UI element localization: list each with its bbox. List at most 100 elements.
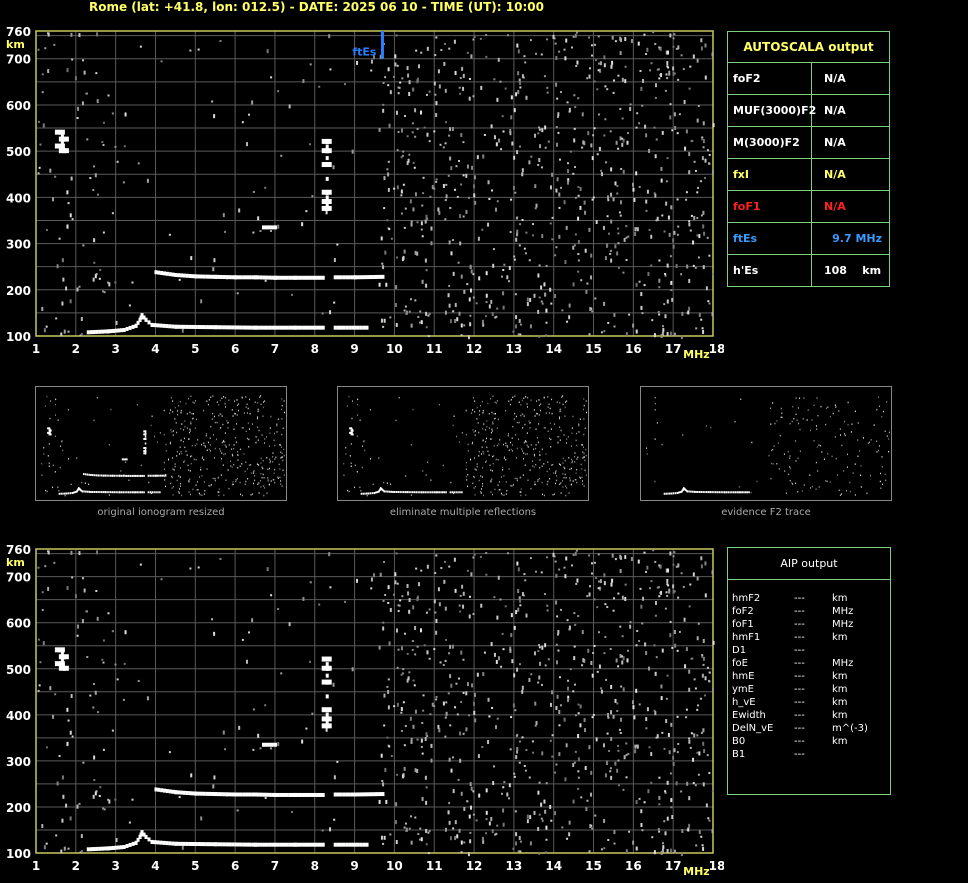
noise-pixel [262, 467, 264, 470]
trace-point [217, 274, 221, 279]
noise-pixel [688, 222, 691, 227]
noise-pixel [604, 773, 607, 778]
noise-pixel [559, 408, 561, 411]
noise-pixel [701, 327, 704, 330]
noise-pixel [380, 318, 383, 323]
noise-pixel [673, 230, 676, 235]
trace-point [321, 665, 332, 671]
trace-point [109, 329, 113, 334]
noise-pixel [163, 468, 165, 471]
noise-pixel [573, 127, 576, 130]
noise-pixel [521, 736, 524, 739]
trace-point [211, 842, 215, 847]
noise-pixel [347, 489, 349, 492]
noise-pixel [711, 170, 714, 175]
noise-pixel [650, 580, 653, 583]
noise-pixel [578, 423, 580, 426]
noise-pixel [428, 657, 431, 660]
noise-pixel [77, 106, 80, 111]
trace-point [99, 474, 101, 477]
noise-pixel [656, 734, 659, 739]
noise-pixel [466, 479, 468, 481]
noise-pixel [41, 608, 44, 611]
noise-pixel [386, 168, 389, 171]
noise-pixel [183, 437, 185, 440]
trace-point [109, 846, 113, 851]
noise-pixel [512, 484, 514, 486]
autoscala-param-value: N/A [824, 104, 846, 117]
noise-pixel [485, 832, 488, 835]
noise-pixel [213, 433, 215, 436]
noise-pixel [459, 594, 462, 597]
noise-pixel [876, 408, 878, 411]
trace-point [248, 842, 252, 847]
noise-pixel [448, 47, 451, 50]
trace-point [268, 842, 272, 847]
noise-pixel [708, 819, 711, 822]
noise-pixel [363, 440, 365, 442]
trace-point [375, 491, 377, 494]
noise-pixel [453, 415, 455, 418]
noise-pixel [619, 107, 622, 110]
noise-pixel [52, 486, 54, 489]
noise-pixel [650, 234, 653, 239]
noise-pixel [608, 750, 611, 753]
noise-pixel [455, 165, 458, 168]
noise-pixel [602, 225, 605, 230]
noise-pixel [567, 436, 569, 438]
noise-pixel [607, 321, 610, 324]
noise-pixel [692, 240, 695, 245]
noise-pixel [190, 462, 192, 465]
noise-pixel [467, 473, 469, 476]
noise-pixel [203, 442, 205, 445]
noise-pixel [224, 403, 226, 405]
noise-pixel [653, 850, 656, 855]
noise-pixel [262, 473, 264, 476]
noise-pixel [424, 219, 427, 224]
noise-pixel [646, 189, 649, 194]
noise-pixel [122, 698, 125, 701]
noise-pixel [396, 773, 399, 776]
noise-pixel [421, 279, 424, 284]
noise-pixel [89, 177, 92, 180]
noise-pixel [190, 455, 192, 458]
trace-point [321, 138, 332, 144]
noise-pixel [543, 799, 546, 804]
noise-pixel [692, 782, 695, 785]
noise-pixel [557, 131, 560, 134]
trace-point [345, 325, 349, 330]
x-tick-label: 6 [231, 859, 239, 873]
noise-pixel [519, 323, 522, 326]
noise-pixel [487, 222, 490, 227]
trace-point [313, 792, 317, 797]
trace-point [136, 491, 139, 494]
noise-pixel [491, 411, 493, 414]
trace-point [336, 325, 340, 330]
noise-pixel [472, 441, 474, 444]
trace-point [302, 842, 306, 847]
noise-pixel [599, 61, 602, 66]
noise-pixel [640, 292, 643, 297]
noise-pixel [671, 646, 674, 649]
noise-pixel [585, 454, 587, 457]
noise-pixel [213, 258, 216, 263]
noise-pixel [528, 420, 530, 422]
noise-pixel [465, 691, 468, 696]
noise-pixel [879, 480, 881, 483]
trace-point [310, 325, 314, 330]
noise-pixel [518, 835, 521, 840]
noise-pixel [613, 325, 616, 328]
noise-pixel [510, 613, 513, 618]
noise-pixel [564, 777, 567, 782]
noise-pixel [257, 483, 259, 485]
noise-pixel [689, 583, 692, 586]
trace-point [435, 491, 437, 494]
trace-point [271, 792, 275, 797]
noise-pixel [510, 633, 513, 638]
noise-pixel [343, 83, 346, 86]
noise-pixel [473, 193, 476, 198]
noise-pixel [280, 154, 283, 157]
trace-point [58, 665, 69, 671]
aip-name: hmF1 [732, 632, 761, 643]
noise-pixel [89, 694, 92, 697]
